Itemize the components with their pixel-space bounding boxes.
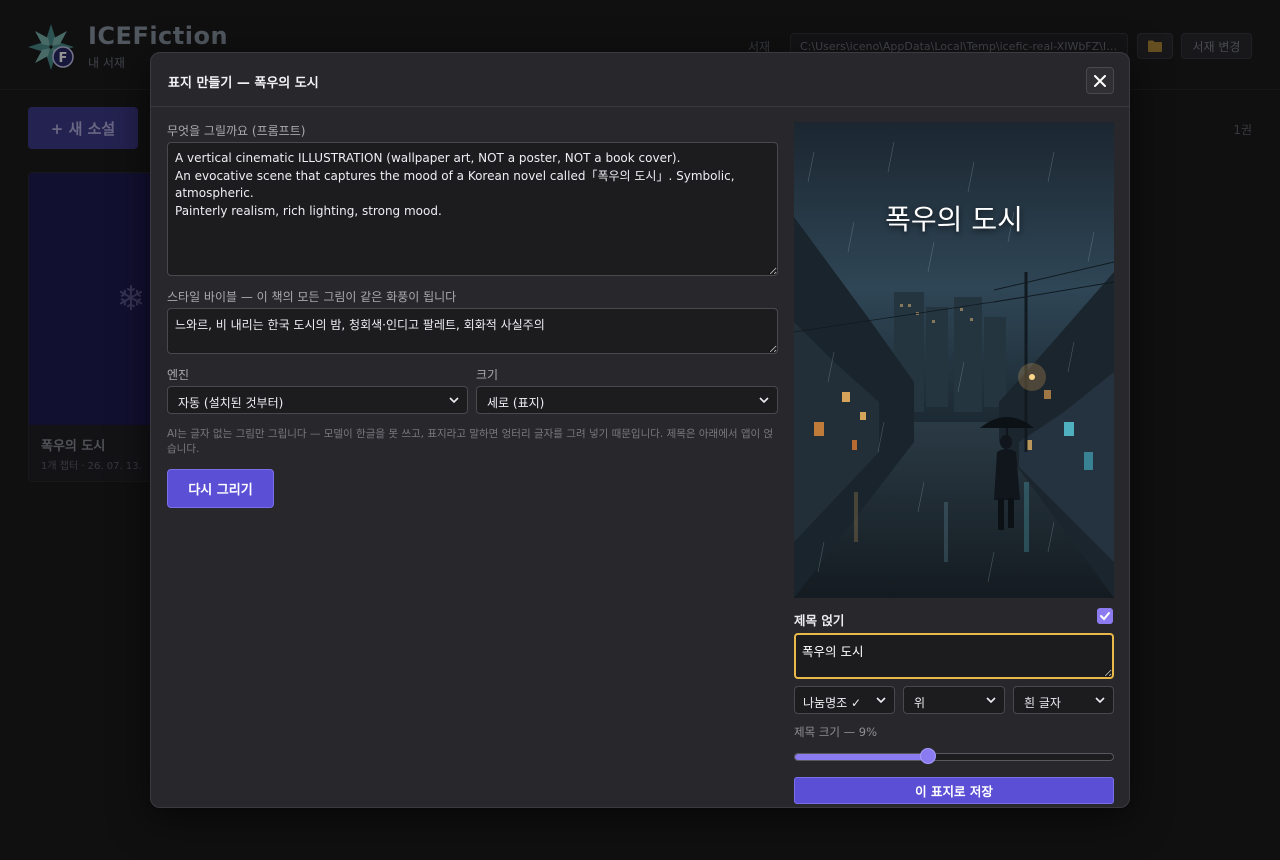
- prompt-textarea[interactable]: A vertical cinematic ILLUSTRATION (wallp…: [167, 142, 778, 276]
- ai-text-note: AI는 글자 없는 그림만 그립니다 — 모델이 한글을 못 쓰고, 표지라고 …: [167, 428, 774, 455]
- text-color-select[interactable]: 흰 글자: [1013, 686, 1114, 714]
- position-select-value: 위: [914, 696, 926, 710]
- title-overlay-label: 제목 얹기: [794, 613, 845, 628]
- checkmark-icon: [1100, 612, 1110, 621]
- preview-title-overlay: 폭우의 도시: [885, 203, 1023, 236]
- size-select-value: 세로 (표지): [487, 396, 545, 410]
- engine-select-value: 자동 (설치된 것부터): [178, 396, 284, 410]
- size-label: 크기: [476, 368, 499, 382]
- font-select[interactable]: 나눔명조 ✓: [794, 686, 895, 714]
- style-bible-label: 스타일 바이블 — 이 책의 모든 그림이 같은 화풍이 됩니다: [167, 290, 457, 304]
- close-button[interactable]: [1086, 67, 1114, 94]
- title-text-input[interactable]: 폭우의 도시: [794, 633, 1114, 679]
- redraw-button[interactable]: 다시 그리기: [167, 469, 274, 508]
- save-cover-button[interactable]: 이 표지로 저장: [794, 777, 1114, 804]
- dialog-header: 표지 만들기 — 폭우의 도시: [151, 53, 1129, 107]
- style-bible-textarea[interactable]: 느와르, 비 내리는 한국 도시의 밤, 청회색·인디고 팔레트, 회화적 사실…: [167, 308, 778, 354]
- close-icon: [1094, 74, 1106, 87]
- chevron-down-icon: [986, 697, 996, 704]
- chevron-down-icon: [449, 397, 459, 404]
- font-select-value: 나눔명조 ✓: [803, 696, 862, 710]
- cover-preview-image: 폭우의 도시: [794, 122, 1114, 598]
- size-select[interactable]: 세로 (표지): [476, 386, 778, 414]
- title-size-label: 제목 크기 — 9%: [794, 725, 878, 739]
- prompt-label: 무엇을 그릴까요 (프롬프트): [167, 124, 306, 138]
- dialog-title: 표지 만들기 — 폭우의 도시: [168, 76, 319, 91]
- cover-maker-dialog: 표지 만들기 — 폭우의 도시 무엇을 그릴까요 (프롬프트) A vertic…: [150, 52, 1130, 808]
- title-size-slider-fill: [795, 754, 929, 760]
- engine-label: 엔진: [167, 368, 190, 382]
- chevron-down-icon: [759, 397, 769, 404]
- text-color-select-value: 흰 글자: [1024, 696, 1061, 710]
- position-select[interactable]: 위: [903, 686, 1005, 714]
- chevron-down-icon: [1095, 697, 1105, 704]
- engine-select[interactable]: 자동 (설치된 것부터): [167, 386, 468, 414]
- title-size-slider-track[interactable]: [794, 753, 1114, 761]
- title-overlay-checkbox[interactable]: [1097, 608, 1113, 624]
- chevron-down-icon: [876, 697, 886, 704]
- title-size-slider-thumb[interactable]: [920, 748, 937, 764]
